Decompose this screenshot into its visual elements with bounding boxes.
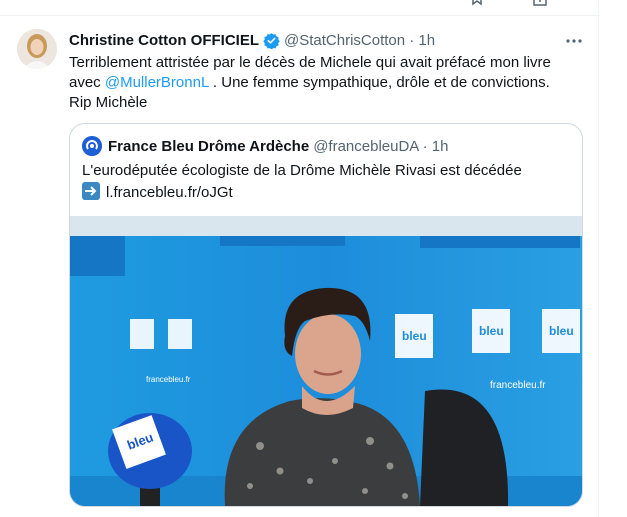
- author-avatar[interactable]: [17, 29, 57, 69]
- share-icon[interactable]: [533, 0, 547, 6]
- news-photo[interactable]: francebleu.fr bleu bleu bleu francebleu.…: [70, 216, 582, 506]
- mention-link[interactable]: @MullerBronnL: [105, 74, 209, 91]
- tweet-text: Terriblement attristée par le décès de M…: [69, 53, 584, 113]
- studio-logo-right: bleu bleu bleu: [395, 309, 580, 358]
- quoted-tweet[interactable]: France Bleu Drôme Ardèche @francebleuDA …: [69, 123, 583, 507]
- quoted-author-name[interactable]: France Bleu Drôme Ardèche: [108, 138, 309, 155]
- tweet-header: Christine Cotton OFFICIEL @StatChrisCott…: [69, 31, 435, 49]
- author-name[interactable]: Christine Cotton OFFICIEL: [69, 32, 259, 49]
- tweet-text-line3: Rip Michèle: [69, 94, 148, 111]
- quoted-author-handle-time[interactable]: @francebleuDA · 1h: [313, 138, 448, 155]
- more-options-icon[interactable]: [565, 32, 583, 50]
- timeline-border: [598, 0, 599, 517]
- quoted-link[interactable]: l.francebleu.fr/oJGt: [106, 184, 233, 201]
- author-handle-time[interactable]: @StatChrisCotton · 1h: [284, 32, 435, 49]
- studio-website-left: francebleu.fr: [146, 375, 191, 384]
- right-arrow-icon: [82, 182, 100, 200]
- quoted-tweet-header: France Bleu Drôme Ardèche @francebleuDA …: [82, 136, 449, 156]
- verified-badge-icon: [263, 32, 280, 49]
- svg-text:bleu: bleu: [479, 324, 504, 338]
- quoted-text: L'eurodéputée écologiste de la Drôme Mic…: [82, 162, 522, 179]
- tweet-divider: [0, 15, 600, 16]
- quoted-tweet-text: L'eurodéputée écologiste de la Drôme Mic…: [82, 160, 572, 204]
- studio-website-right: francebleu.fr: [490, 380, 546, 391]
- svg-text:bleu: bleu: [402, 329, 427, 343]
- tweet-text-part2: . Une femme sympathique, drôle et de con…: [208, 74, 550, 91]
- quoted-author-avatar[interactable]: [82, 136, 102, 156]
- bookmark-icon[interactable]: [470, 0, 484, 6]
- svg-text:bleu: bleu: [549, 324, 574, 338]
